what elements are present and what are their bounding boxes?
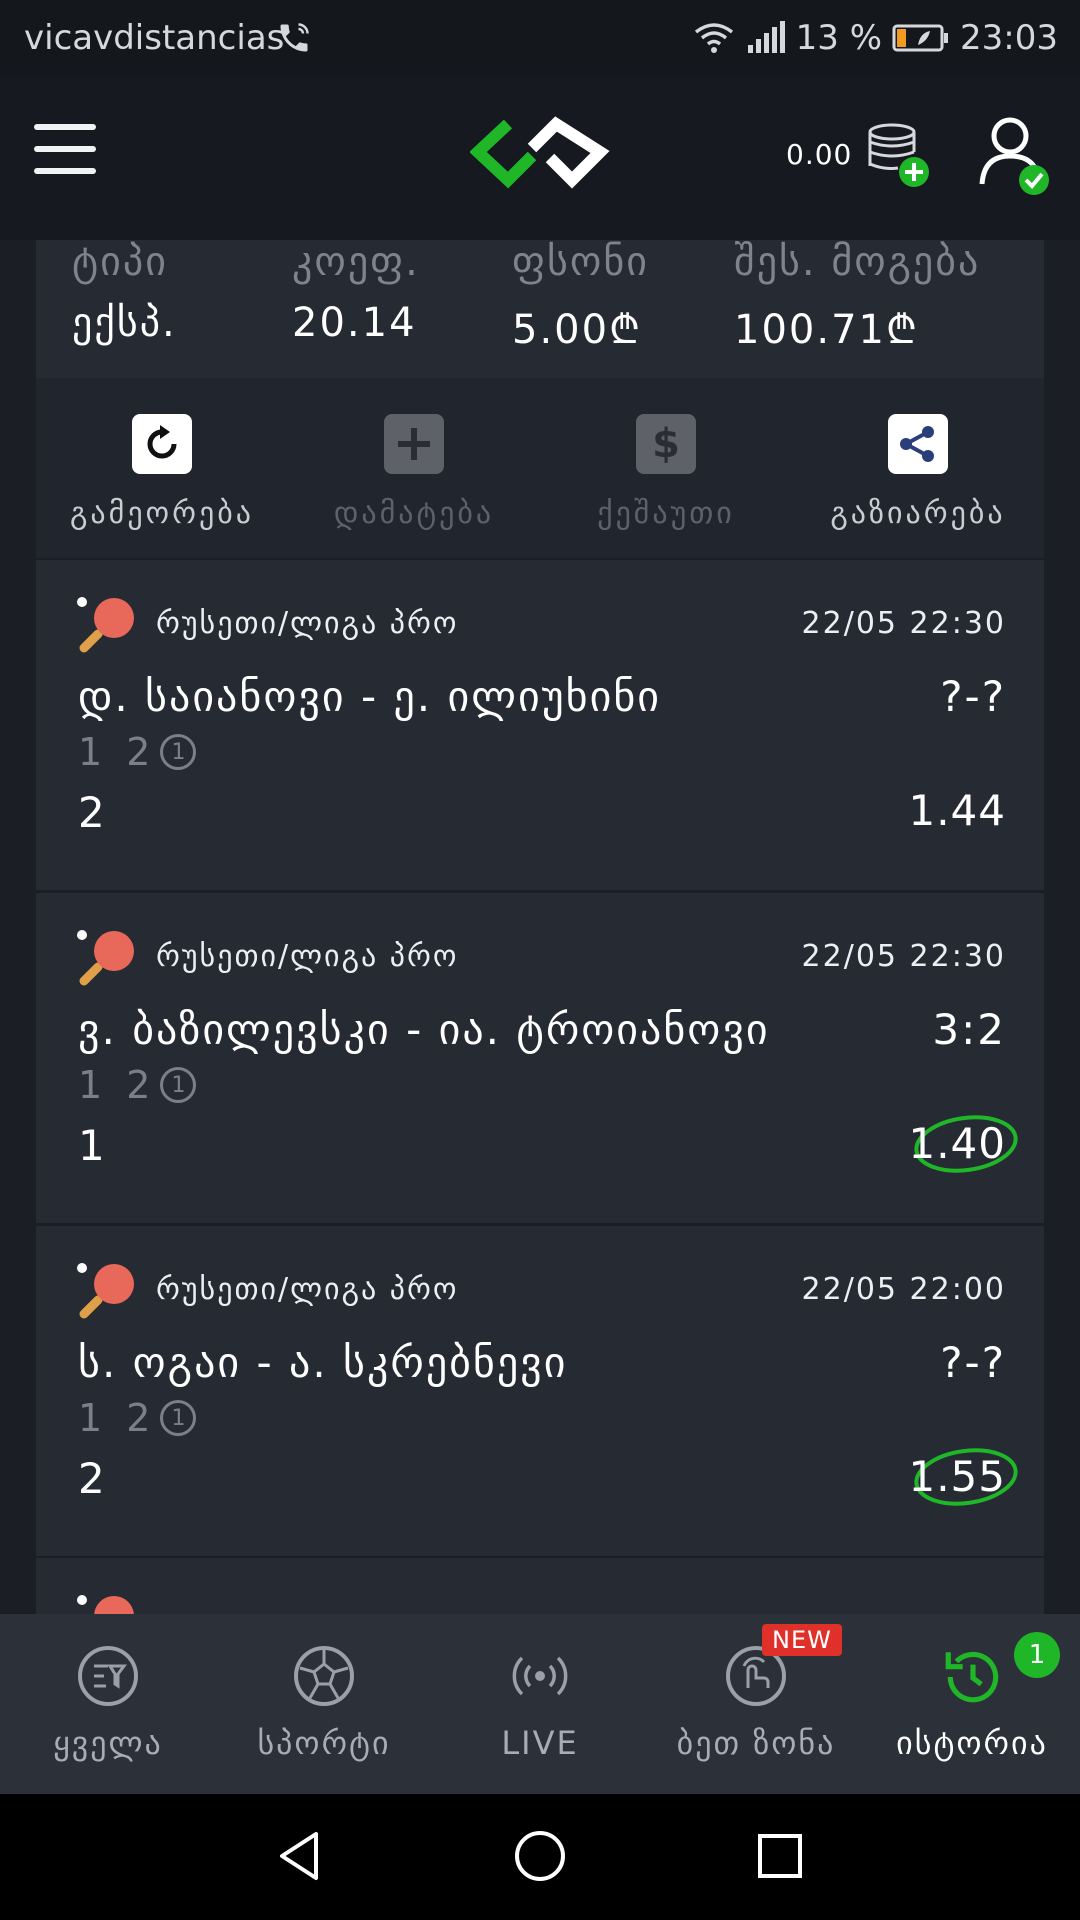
- event-market: 1 2 1: [78, 1063, 197, 1107]
- event-league: რუსეთი/ლიგა პრო: [156, 939, 459, 974]
- wifi-icon: [694, 23, 733, 53]
- balance-amount[interactable]: 0.00: [786, 138, 852, 171]
- summary-value: ექსპ.: [72, 300, 177, 346]
- event-pick: 1: [78, 1121, 105, 1170]
- event-score: ?-?: [940, 672, 1006, 721]
- app-logo[interactable]: [470, 112, 610, 192]
- call-icon: [280, 23, 309, 52]
- event-pick: 2: [78, 788, 105, 837]
- home-icon[interactable]: [512, 1828, 568, 1884]
- bet-actions: გამეორება დამატება $ ქეშაუთი გაზიარება: [36, 378, 1044, 558]
- nav-all-label: ყველა: [53, 1724, 163, 1762]
- event-score: 3:2: [932, 1005, 1006, 1054]
- bet-summary: ტიპი ექსპ. კოეფ. 20.14 ფსონი 5.00₾ შეს. …: [36, 240, 1044, 378]
- event-pick: 2: [78, 1454, 105, 1503]
- summary-type: ტიპი ექსპ.: [72, 240, 177, 346]
- repeat-label: გამეორება: [69, 496, 255, 531]
- recents-icon[interactable]: [752, 1828, 808, 1884]
- new-badge: NEW: [762, 1624, 842, 1656]
- history-icon: [945, 1651, 999, 1703]
- share-button[interactable]: გაზიარება: [792, 414, 1044, 531]
- event-odds: 1.40: [908, 1119, 1006, 1168]
- event-date: 22/05 22:00: [801, 1272, 1006, 1307]
- bottom-navigation: ყველა სპორტი LIVE ბეთ ზონა ისტორია: [0, 1614, 1080, 1794]
- add-button[interactable]: დამატება: [288, 414, 540, 531]
- plus-icon: [384, 414, 444, 474]
- nav-history-label: ისტორია: [896, 1724, 1048, 1762]
- market-badge: 1: [160, 734, 197, 770]
- event-card[interactable]: რუსეთი/ლიგა პრო 22/05 22:00 ს. ოგაი - ა.…: [36, 1226, 1044, 1556]
- summary-potential-win: შეს. მოგება 100.71₾: [734, 240, 980, 355]
- event-card[interactable]: რუსეთი/ლიგა პრო 22/05 22:30 ვ. ბაზილევსკ…: [36, 893, 1044, 1223]
- back-icon[interactable]: [272, 1828, 328, 1884]
- summary-label: კოეფ.: [292, 239, 420, 285]
- nav-live-label: LIVE: [501, 1724, 579, 1762]
- system-navigation-bar: [0, 1794, 1080, 1920]
- market-outcomes: 1 2: [78, 1063, 157, 1107]
- event-card[interactable]: რუსეთი/ლიგა პრო 22/05 22:30 დ. საიანოვი …: [36, 560, 1044, 890]
- event-league: რუსეთი/ლიგა პრო: [156, 606, 459, 641]
- nav-live[interactable]: LIVE: [432, 1614, 648, 1794]
- event-market: 1 2 1: [78, 1396, 197, 1440]
- summary-label: შეს. მოგება: [734, 239, 981, 285]
- repeat-icon: [132, 414, 192, 474]
- event-league: რუსეთი/ლიგა პრო: [156, 1272, 459, 1307]
- summary-label: ფსონი: [512, 239, 649, 285]
- event-score: ?-?: [940, 1338, 1006, 1387]
- market-outcomes: 1 2: [78, 730, 157, 774]
- nav-bet-zone-label: ბეთ ზონა: [676, 1724, 836, 1762]
- battery-percent: 13 %: [795, 18, 883, 58]
- event-teams: ს. ოგაი - ა. სკრებნევი: [78, 1338, 568, 1387]
- nav-sports[interactable]: სპორტი: [216, 1614, 432, 1794]
- nav-all[interactable]: ყველა: [0, 1614, 216, 1794]
- live-broadcast-icon: [512, 1656, 568, 1696]
- hamburger-menu-icon[interactable]: [34, 124, 96, 176]
- event-odds: 1.44: [908, 786, 1006, 835]
- market-outcomes: 1 2: [78, 1396, 157, 1440]
- summary-stake: ფსონი 5.00₾: [512, 240, 649, 355]
- signal-icon: [747, 21, 785, 53]
- summary-value: 100.71₾: [734, 307, 919, 353]
- user-profile-icon[interactable]: [978, 114, 1050, 198]
- summary-odds: კოეფ. 20.14: [292, 240, 420, 346]
- summary-value: 20.14: [292, 300, 417, 346]
- table-tennis-icon: [77, 930, 134, 986]
- app-header: 0.00: [0, 76, 1080, 240]
- table-tennis-icon: [77, 597, 134, 653]
- status-bar: vicavdistancias 13 % 23:03: [0, 0, 1080, 76]
- share-label: გაზიარება: [830, 496, 1006, 531]
- dollar-icon: $: [636, 414, 696, 474]
- event-date: 22/05 22:30: [801, 606, 1006, 641]
- event-teams: დ. საიანოვი - ე. ილიუხინი: [78, 672, 661, 721]
- carrier-name: vicavdistancias: [24, 18, 285, 58]
- battery-icon: [892, 24, 949, 52]
- event-market: 1 2 1: [78, 730, 197, 774]
- add-label: დამატება: [333, 496, 495, 531]
- summary-label: ტიპი: [72, 239, 168, 285]
- event-odds: 1.55: [908, 1452, 1006, 1501]
- market-badge: 1: [160, 1067, 197, 1103]
- cashout-button[interactable]: $ ქეშაუთი: [540, 414, 792, 531]
- cashout-label: ქეშაუთი: [597, 496, 735, 531]
- clock: 23:03: [960, 18, 1058, 58]
- event-date: 22/05 22:30: [801, 939, 1006, 974]
- nav-sports-label: სპორტი: [257, 1724, 391, 1762]
- coins-deposit-icon[interactable]: [862, 120, 932, 190]
- share-icon: [888, 414, 948, 474]
- all-filter-icon: [78, 1646, 138, 1706]
- table-tennis-icon: [77, 1263, 134, 1319]
- history-count-badge: 1: [1014, 1632, 1060, 1678]
- soccer-ball-icon: [294, 1646, 354, 1706]
- event-teams: ვ. ბაზილევსკი - ია. ტროიანოვი: [78, 1005, 770, 1054]
- repeat-button[interactable]: გამეორება: [36, 414, 288, 531]
- summary-value: 5.00₾: [512, 307, 642, 353]
- market-badge: 1: [160, 1400, 197, 1436]
